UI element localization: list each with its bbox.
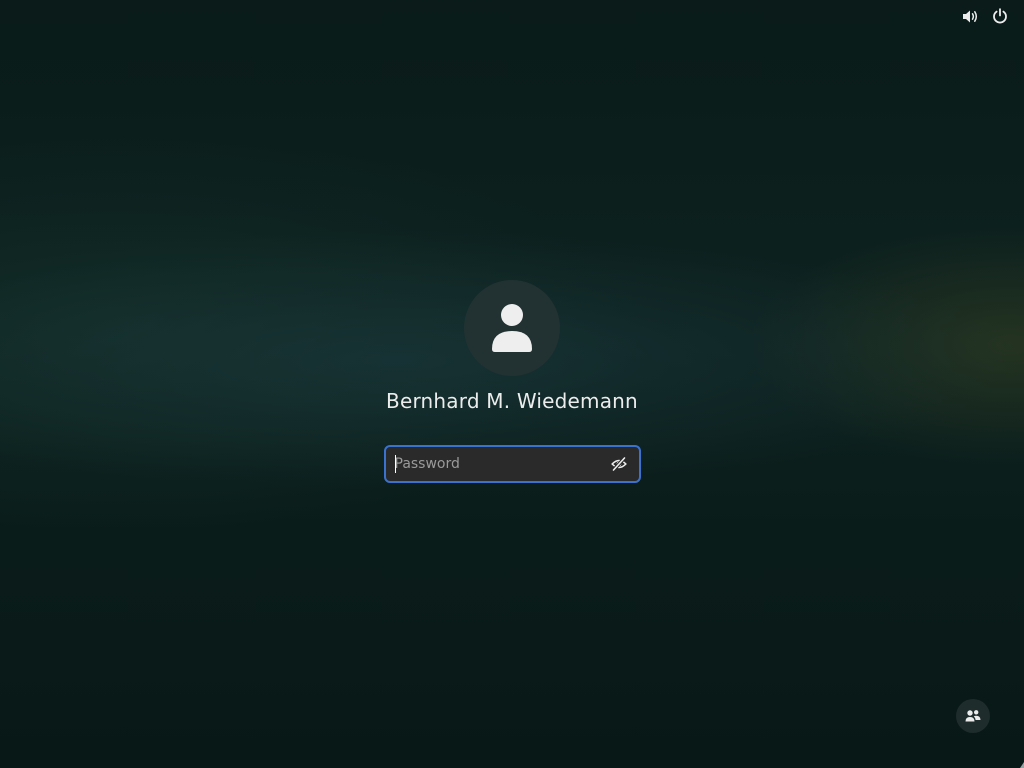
switch-user-button[interactable] — [956, 699, 990, 733]
eye-slash-icon[interactable] — [609, 454, 629, 474]
power-icon[interactable] — [990, 6, 1010, 26]
user-name: Bernhard M. Wiedemann — [386, 389, 638, 413]
user-avatar — [464, 280, 560, 376]
users-icon — [965, 710, 981, 722]
user-avatar-icon — [492, 304, 532, 352]
password-field[interactable] — [383, 445, 641, 483]
text-cursor — [394, 455, 396, 473]
volume-icon[interactable] — [960, 6, 980, 26]
password-input[interactable] — [385, 447, 609, 481]
login-panel: Bernhard M. Wiedemann — [0, 280, 1024, 483]
corner-resize-handle — [1020, 762, 1024, 768]
system-indicators[interactable] — [960, 6, 1010, 26]
